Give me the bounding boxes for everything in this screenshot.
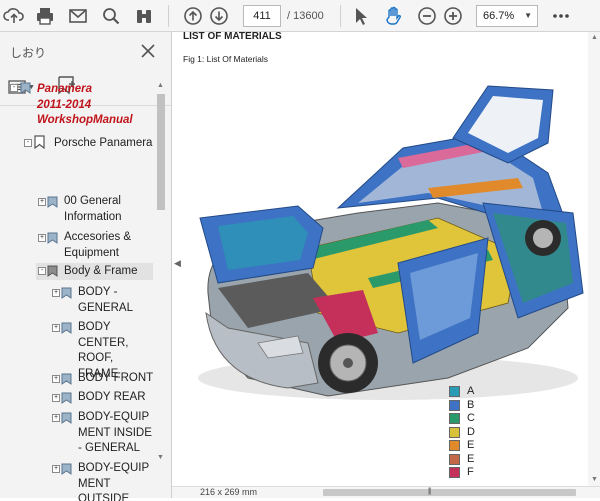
page-size-label: 216 x 269 mm: [200, 487, 258, 497]
bookmark-item-body-general[interactable]: + BODY - GENERAL: [0, 285, 155, 317]
main-toolbar: / 13600 66.7% ▼: [0, 0, 600, 32]
bookmark-outline-icon: [34, 135, 45, 149]
bookmark-icon: [47, 232, 58, 244]
bookmark-label: BODY-EQUIP MENT INSIDE - GENERAL: [78, 411, 152, 454]
expand-toggle-icon[interactable]: +: [38, 234, 46, 242]
collapse-toggle-icon[interactable]: -: [24, 139, 32, 147]
scroll-up-icon[interactable]: ▲: [591, 34, 598, 41]
horizontal-scroll-thumb[interactable]: [323, 489, 576, 496]
select-cursor-icon[interactable]: [347, 3, 373, 29]
bookmark-icon: [47, 196, 58, 208]
collapse-toggle-icon[interactable]: -: [38, 267, 46, 275]
bookmark-icon: [61, 412, 72, 424]
legend-swatch: [449, 467, 460, 478]
zoom-out-icon[interactable]: [414, 3, 440, 29]
bookmark-icon: [61, 287, 72, 299]
bookmark-icon: [61, 322, 72, 334]
legend-label: E: [467, 452, 475, 465]
bookmark-label: BODY-EQUIP MENT OUTSIDE: [78, 462, 150, 501]
bookmark-item-equipment-outside[interactable]: + BODY-EQUIP MENT OUTSIDE: [0, 461, 155, 501]
legend-swatch: [449, 426, 460, 438]
document-vertical-scrollbar[interactable]: ▲ ▼: [588, 32, 600, 486]
legend-swatch: [449, 399, 460, 411]
expand-toggle-icon[interactable]: +: [52, 414, 60, 422]
legend-label: C: [467, 412, 475, 424]
zoom-select[interactable]: 66.7% ▼: [476, 5, 538, 27]
sidebar-scroll-thumb[interactable]: [157, 94, 165, 210]
legend-label: F: [467, 466, 474, 478]
expand-toggle-icon[interactable]: +: [52, 465, 60, 473]
bookmark-item-body-rear[interactable]: + BODY REAR: [0, 390, 155, 407]
hand-tool-icon[interactable]: [381, 3, 407, 29]
page-down-icon[interactable]: [206, 3, 232, 29]
bookmark-label: BODY REAR: [78, 391, 146, 403]
zoom-in-icon[interactable]: [440, 3, 466, 29]
expand-toggle-icon[interactable]: +: [52, 375, 60, 383]
legend-label: A: [467, 385, 475, 397]
legend-swatch: [449, 440, 460, 451]
page-number-input[interactable]: [243, 5, 281, 27]
expand-toggle-icon[interactable]: +: [52, 394, 60, 402]
page-up-icon[interactable]: [180, 3, 206, 29]
bookmark-item-porsche-panamera[interactable]: - Porsche Panamera: [0, 134, 155, 152]
more-icon[interactable]: [548, 3, 574, 29]
legend-swatch: [449, 413, 460, 424]
legend-swatch: [449, 386, 460, 397]
car-body-materials-figure: [198, 85, 584, 400]
bookmark-item-accesories[interactable]: + Accesories & Equipment: [0, 230, 155, 262]
legend-label: B: [467, 398, 475, 411]
page-total-label: / 13600: [287, 10, 324, 22]
scroll-down-icon[interactable]: ▼: [591, 476, 598, 483]
bookmark-icon: [20, 82, 31, 94]
scroll-down-icon[interactable]: ▼: [157, 454, 164, 461]
bookmark-label: Accesories & Equipment: [64, 231, 132, 259]
scroll-grip-icon: |||: [428, 488, 432, 495]
legend-label: E: [467, 439, 475, 451]
sidebar-scrollbar[interactable]: ▲ ▼: [155, 80, 167, 466]
bookmark-icon: [47, 265, 58, 277]
bookmark-icon: [61, 392, 72, 404]
scroll-up-icon[interactable]: ▲: [157, 82, 164, 89]
figure-caption: Fig 1: List Of Materials: [183, 54, 269, 64]
bookmark-item-body-front[interactable]: + BODY FRONT: [0, 371, 155, 388]
expand-toggle-icon[interactable]: +: [38, 198, 46, 206]
bookmark-item-body-center[interactable]: + BODY CENTER, ROOF, FRAME: [0, 320, 155, 380]
bookmark-label: BODY FRONT: [78, 372, 154, 384]
bookmarks-title: しおり: [10, 46, 47, 60]
expand-toggle-icon[interactable]: +: [52, 289, 60, 297]
bookmark-label: 00 General Information: [64, 195, 122, 223]
collapse-toggle-icon[interactable]: -: [10, 84, 18, 92]
zoom-value: 66.7%: [483, 10, 515, 22]
bookmark-item-root[interactable]: - Panamera 2011-2014 WorkshopManual: [0, 80, 155, 132]
close-icon[interactable]: [138, 41, 158, 61]
expand-toggle-icon[interactable]: +: [52, 324, 60, 332]
document-heading: LIST OF MATERIALS: [183, 31, 282, 42]
bookmark-icon: [61, 463, 72, 475]
chevron-down-icon: ▼: [524, 11, 532, 20]
mail-icon[interactable]: [65, 3, 91, 29]
bookmark-item-body-frame[interactable]: - Body & Frame: [36, 263, 153, 280]
search-icon[interactable]: [98, 3, 124, 29]
bookmark-label: Porsche Panamera: [54, 137, 153, 149]
bookmark-icon: [61, 373, 72, 385]
bookmark-label: Panamera 2011-2014 WorkshopManual: [37, 83, 133, 126]
bookmark-item-equipment-inside[interactable]: + BODY-EQUIP MENT INSIDE - GENERAL: [0, 410, 155, 458]
legend-swatch: [449, 453, 460, 465]
collapse-panel-icon[interactable]: ◀: [174, 258, 181, 269]
upload-icon[interactable]: [1, 3, 27, 29]
legend-label: D: [467, 425, 475, 438]
bookmark-label: Body & Frame: [64, 265, 138, 277]
bookmark-label: BODY - GENERAL: [78, 286, 133, 314]
bookmark-item-general-information[interactable]: + 00 General Information: [0, 194, 155, 226]
binoculars-icon[interactable]: [131, 3, 157, 29]
print-icon[interactable]: [32, 3, 58, 29]
